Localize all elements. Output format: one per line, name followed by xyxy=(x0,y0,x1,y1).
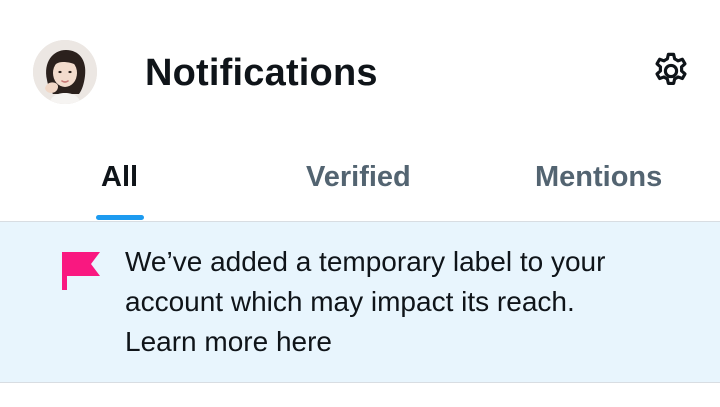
top-bar: Notifications xyxy=(0,0,720,145)
tab-mentions[interactable]: Mentions xyxy=(480,145,720,221)
page-title: Notifications xyxy=(145,52,378,94)
gear-icon xyxy=(655,52,687,86)
settings-button[interactable] xyxy=(648,48,694,94)
avatar[interactable] xyxy=(33,40,97,104)
user-avatar-icon xyxy=(33,40,97,104)
notifications-list-area xyxy=(0,383,720,407)
learn-more-link[interactable]: Learn more here xyxy=(125,322,685,362)
tab-all-label: All xyxy=(101,161,139,193)
tab-mentions-label: Mentions xyxy=(535,161,663,193)
tab-verified[interactable]: Verified xyxy=(240,145,480,221)
account-label-notice[interactable]: We’ve added a temporary label to your ac… xyxy=(0,222,720,383)
tab-active-indicator xyxy=(96,215,144,220)
notice-message: We’ve added a temporary label to your ac… xyxy=(125,246,606,317)
notification-tabs: All Verified Mentions xyxy=(0,145,720,222)
notifications-screen: Notifications All Verified Mentions We’v… xyxy=(0,0,720,407)
notice-message-block: We’ve added a temporary label to your ac… xyxy=(125,242,685,362)
flag-icon xyxy=(62,252,100,290)
tab-verified-label: Verified xyxy=(306,161,411,193)
tab-all[interactable]: All xyxy=(0,145,240,221)
